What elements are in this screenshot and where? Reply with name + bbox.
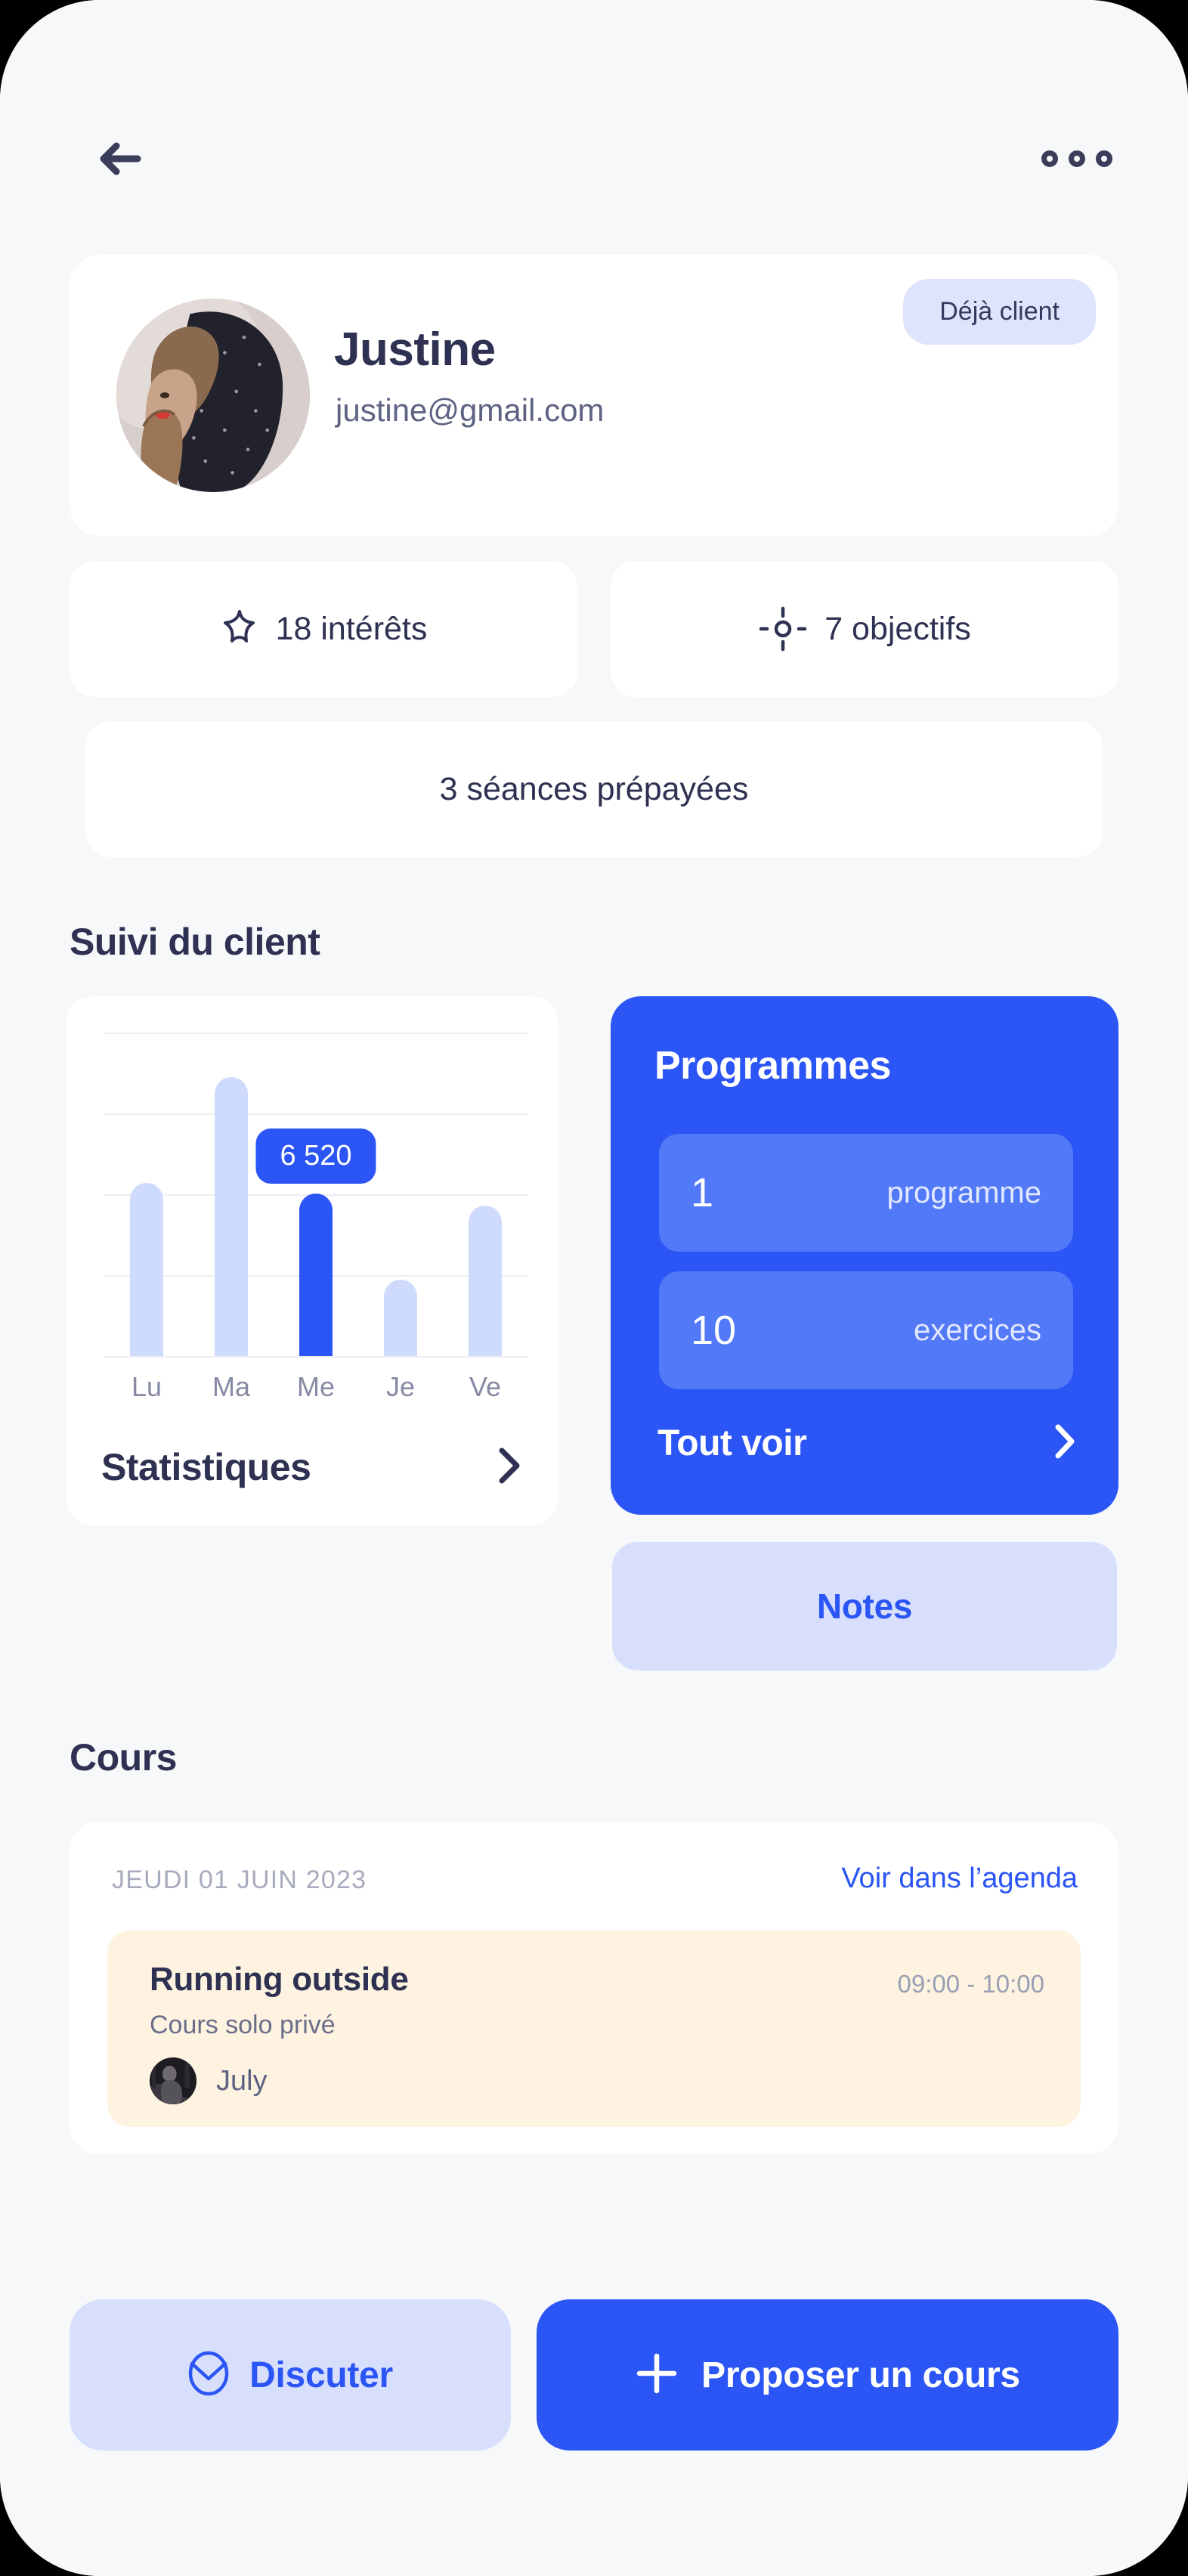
chart-bar[interactable] xyxy=(215,1077,248,1356)
programmes-title: Programmes xyxy=(654,1044,891,1088)
chart-gridline xyxy=(104,1356,527,1358)
chevron-right-icon xyxy=(496,1446,523,1489)
chart-x-label: Me xyxy=(296,1371,336,1402)
app-screen: Justine justine@gmail.com Déjà client 18… xyxy=(0,0,1188,2576)
discuter-button[interactable]: Discuter xyxy=(70,2299,511,2451)
discuter-label: Discuter xyxy=(249,2355,393,2395)
chat-bubble-icon xyxy=(187,2351,230,2400)
course-date: JEUDI 01 JUIN 2023 xyxy=(112,1865,367,1894)
notes-button[interactable]: Notes xyxy=(612,1542,1117,1670)
chart-gridline xyxy=(104,1033,527,1034)
stat-pill-goals[interactable]: 7 objectifs xyxy=(611,561,1118,697)
statistics-card[interactable]: 6 520 Lu Ma Me Je Ve Statistiques xyxy=(67,996,558,1525)
chart-bar[interactable] xyxy=(299,1194,333,1356)
lesson-title: Running outside xyxy=(150,1961,409,1998)
lesson-coach: July xyxy=(150,2057,268,2104)
chart-x-label: Je xyxy=(385,1371,416,1402)
section-title-courses: Cours xyxy=(70,1736,177,1779)
stat-pill-sessions-label: 3 séances prépayées xyxy=(439,770,749,807)
more-dot-2-icon xyxy=(1069,150,1085,167)
statistics-link[interactable]: Statistiques xyxy=(101,1441,523,1494)
exercices-count-value: 10 xyxy=(691,1308,737,1353)
stat-pill-interests-label: 18 intérêts xyxy=(275,610,428,647)
programmes-row-exercices[interactable]: 10 exercices xyxy=(659,1271,1073,1389)
chart-x-label: Ve xyxy=(469,1371,502,1402)
weekly-activity-chart: 6 520 xyxy=(104,1033,527,1358)
profile-card[interactable]: Justine justine@gmail.com Déjà client xyxy=(70,255,1118,536)
coach-name: July xyxy=(216,2064,268,2097)
statistics-label: Statistiques xyxy=(101,1446,311,1488)
chart-bar[interactable] xyxy=(384,1279,417,1356)
top-bar xyxy=(0,113,1188,204)
more-dot-1-icon xyxy=(1041,150,1058,167)
stat-pill-interests[interactable]: 18 intérêts xyxy=(70,561,577,697)
plus-icon xyxy=(635,2352,679,2399)
proposer-un-cours-button[interactable]: Proposer un cours xyxy=(537,2299,1118,2451)
programmes-see-all-link[interactable]: Tout voir xyxy=(657,1416,1078,1469)
more-dot-3-icon xyxy=(1096,150,1112,167)
section-title-tracking: Suivi du client xyxy=(70,921,320,963)
stat-pill-sessions[interactable]: 3 séances prépayées xyxy=(85,721,1103,857)
profile-name: Justine xyxy=(334,324,496,376)
programmes-row-programme[interactable]: 1 programme xyxy=(659,1134,1073,1252)
programmes-card[interactable]: Programmes 1 programme 10 exercices Tout… xyxy=(611,996,1118,1515)
lesson-time: 09:00 - 10:00 xyxy=(897,1970,1045,1998)
lesson-item[interactable]: Running outside Cours solo privé 09:00 -… xyxy=(107,1930,1081,2127)
profile-email: justine@gmail.com xyxy=(336,392,605,428)
chart-tooltip[interactable]: 6 520 xyxy=(255,1129,376,1184)
coach-avatar-image xyxy=(150,2057,196,2104)
more-options-button[interactable] xyxy=(1035,121,1118,197)
arrow-left-icon xyxy=(100,142,141,175)
status-badge[interactable]: Déjà client xyxy=(903,279,1096,345)
programmes-see-all-label: Tout voir xyxy=(657,1423,807,1463)
programmes-count-value: 1 xyxy=(691,1170,714,1215)
target-icon xyxy=(758,605,808,652)
chart-gridline xyxy=(104,1113,527,1115)
avatar xyxy=(116,299,310,492)
chevron-right-icon xyxy=(1052,1423,1078,1464)
chart-bar[interactable] xyxy=(469,1206,502,1356)
view-in-agenda-link[interactable]: Voir dans l’agenda xyxy=(841,1862,1078,1895)
courses-card: JEUDI 01 JUIN 2023 Voir dans l’agenda Ru… xyxy=(70,1822,1118,2154)
phone-frame: Justine justine@gmail.com Déjà client 18… xyxy=(0,0,1188,2576)
chart-bar[interactable] xyxy=(130,1182,163,1356)
bottom-action-bar: Discuter Proposer un cours xyxy=(0,2275,1188,2472)
stat-pill-goals-label: 7 objectifs xyxy=(824,610,971,647)
proposer-label: Proposer un cours xyxy=(701,2355,1020,2395)
chart-x-label: Lu xyxy=(131,1371,162,1402)
chart-x-label: Ma xyxy=(212,1371,251,1402)
programmes-count-label: programme xyxy=(886,1175,1041,1209)
chart-x-axis-labels: Lu Ma Me Je Ve xyxy=(104,1371,527,1407)
back-button[interactable] xyxy=(82,121,157,197)
coach-avatar xyxy=(150,2057,196,2104)
avatar-image xyxy=(116,299,310,492)
exercices-count-label: exercices xyxy=(914,1313,1041,1347)
star-outline-icon xyxy=(220,608,259,649)
lesson-subtitle: Cours solo privé xyxy=(150,2011,336,2039)
